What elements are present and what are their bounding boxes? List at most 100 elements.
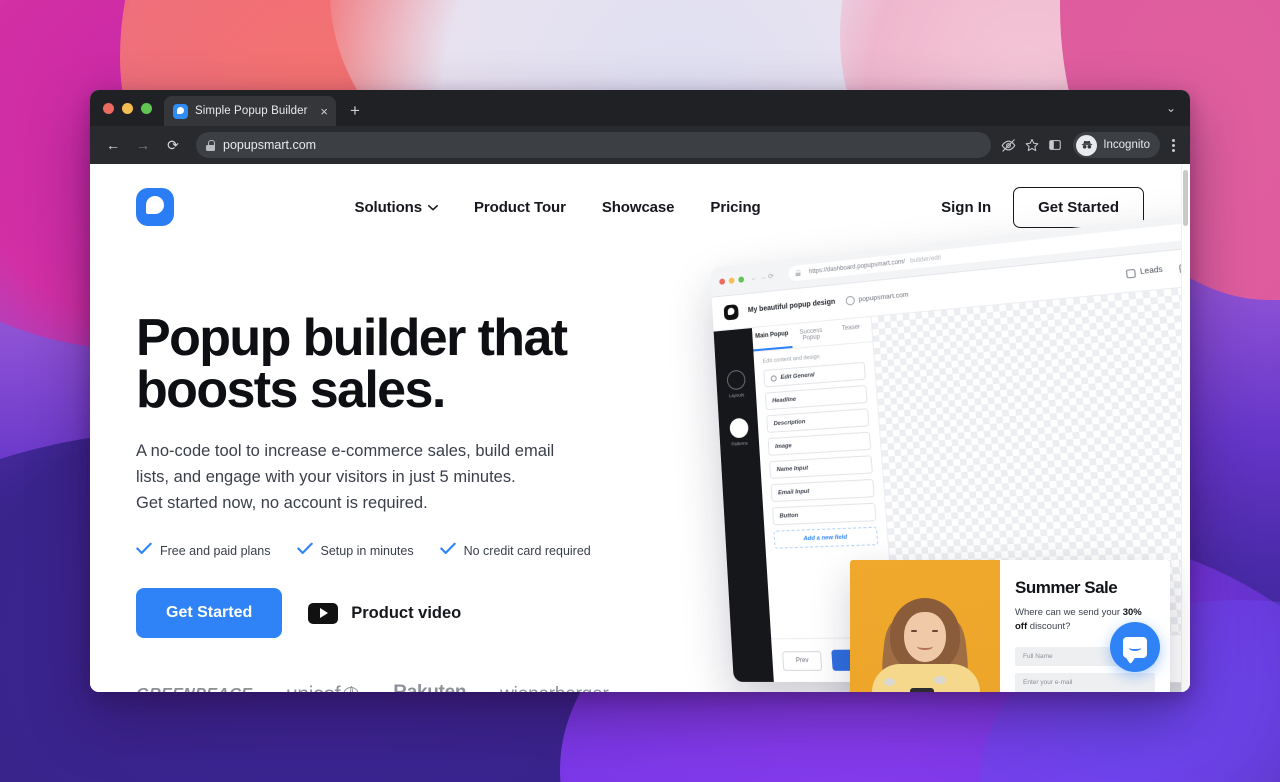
popup-email-placeholder: Enter your e-mail — [1023, 678, 1073, 686]
mockup-nav-label: Leads — [1139, 266, 1164, 277]
client-logo-unicef-text: unicef — [286, 683, 341, 692]
feature-item: Setup in minutes — [296, 542, 414, 560]
address-bar[interactable]: popupsmart.com — [196, 132, 992, 158]
rail-item-patterns[interactable]: Patterns — [728, 417, 749, 447]
headline-line-2: boosts sales. — [136, 361, 446, 419]
browser-window: Simple Popup Builder That Boo × + ⌄ ← → … — [90, 90, 1190, 692]
chevron-down-icon[interactable]: ⌄ — [1166, 101, 1176, 115]
desktop-wallpaper: Simple Popup Builder That Boo × + ⌄ ← → … — [0, 0, 1280, 782]
incognito-label: Incognito — [1103, 139, 1150, 151]
reload-button[interactable]: ⟳ — [160, 132, 186, 158]
nav-item-showcase[interactable]: Showcase — [602, 199, 675, 216]
page-title: Popup builder that boosts sales. — [136, 312, 656, 416]
nav-label: Solutions — [354, 198, 423, 216]
popup-title: Summer Sale — [1015, 578, 1118, 597]
lock-icon — [795, 270, 800, 277]
feature-list: Free and paid plans Setup in minutes No … — [136, 542, 656, 560]
patterns-icon — [728, 417, 749, 439]
nav-label: Pricing — [710, 198, 761, 216]
client-logo-unicef: unicef — [286, 683, 360, 692]
layer-label: Button — [779, 512, 799, 520]
header-actions: Sign In Get Started — [941, 186, 1144, 228]
eye-off-icon[interactable] — [1001, 138, 1016, 153]
tab-main-popup[interactable]: Main Popup — [751, 324, 793, 352]
headline-line-1: Popup builder that — [136, 309, 568, 367]
mockup-domain: popupsmart.com — [845, 290, 909, 306]
rail-item-layouts[interactable]: Layouts — [725, 369, 746, 399]
layer-label: Image — [774, 442, 792, 450]
product-video-label: Product video — [351, 603, 462, 622]
globe-icon — [845, 295, 855, 306]
get-started-hero-button[interactable]: Get Started — [136, 588, 283, 639]
layer-item-email-input[interactable]: Email Input — [770, 478, 875, 503]
globe-icon — [343, 686, 360, 692]
tab-success-popup[interactable]: Success Popup — [791, 321, 832, 348]
forward-button[interactable]: → — [130, 132, 156, 158]
check-icon — [439, 542, 456, 560]
subtitle-line-1: A no-code tool to increase e-commerce sa… — [136, 442, 555, 460]
hero-cta-row: Get Started Product video — [136, 588, 656, 639]
layer-item-button[interactable]: Button — [771, 502, 877, 526]
feature-label: Setup in minutes — [320, 544, 414, 559]
client-logo-row: GREENPEACE unicef Rakuten wienerberger — [135, 682, 656, 692]
close-icon[interactable]: × — [318, 103, 330, 120]
nav-item-product-tour[interactable]: Product Tour — [474, 199, 566, 216]
client-logo-wienerberger: wienerberger — [500, 684, 609, 692]
maximize-window-button[interactable] — [141, 103, 152, 114]
leads-icon — [1125, 268, 1136, 279]
address-bar-url: popupsmart.com — [223, 138, 317, 152]
tab-teaser[interactable]: Teaser — [830, 317, 872, 345]
illustration-eye — [932, 630, 938, 632]
toolbar-actions: Incognito — [1001, 132, 1180, 158]
layer-label: Email Input — [777, 488, 810, 496]
new-tab-button[interactable]: + — [350, 102, 360, 119]
layer-item-headline[interactable]: Headline — [764, 384, 868, 411]
scrollbar-thumb[interactable] — [1183, 170, 1188, 226]
popupsmart-logo-icon[interactable] — [136, 188, 174, 226]
nav-label: Showcase — [601, 198, 675, 216]
close-window-button[interactable] — [103, 103, 114, 114]
minimize-window-button[interactable] — [122, 103, 133, 114]
back-button[interactable]: ← — [100, 132, 126, 158]
side-panel-icon[interactable] — [1048, 138, 1062, 152]
browser-toolbar: ← → ⟳ popupsmart.com Incognito — [90, 126, 1190, 164]
add-field-button[interactable]: Add a new field — [773, 526, 879, 549]
incognito-profile-chip[interactable]: Incognito — [1073, 132, 1160, 158]
prev-step-button[interactable]: Prev — [782, 650, 823, 671]
mockup-nav-leads[interactable]: Leads — [1125, 266, 1164, 279]
mockup-design-title: My beautiful popup design — [747, 298, 836, 315]
hero-subtitle: A no-code tool to increase e-commerce sa… — [136, 438, 656, 516]
rail-label: Layouts — [728, 392, 745, 399]
illustration-eye — [911, 630, 917, 632]
feature-item: No credit card required — [439, 542, 591, 560]
page-viewport: Solutions Product Tour Showcase Pricing — [90, 164, 1190, 692]
nav-label: Product Tour — [473, 198, 566, 216]
layer-label: Edit General — [780, 371, 815, 381]
browser-menu-button[interactable] — [1169, 138, 1178, 152]
sign-in-link[interactable]: Sign In — [941, 199, 991, 216]
intercom-chat-launcher[interactable] — [1110, 622, 1160, 672]
gear-icon — [770, 374, 777, 382]
page-scrollbar[interactable] — [1181, 164, 1190, 692]
layer-item-image[interactable]: Image — [767, 431, 872, 456]
popup-name-placeholder: Full Name — [1023, 652, 1053, 660]
mockup-url-tail: builder/edit — [909, 254, 942, 265]
nav-item-pricing[interactable]: Pricing — [710, 199, 760, 216]
lock-icon — [206, 139, 215, 151]
bookmark-star-icon[interactable] — [1025, 138, 1039, 152]
browser-tab-strip: Simple Popup Builder That Boo × + ⌄ — [90, 90, 1190, 126]
layer-item-name-input[interactable]: Name Input — [769, 455, 873, 479]
popup-email-input[interactable]: Enter your e-mail — [1015, 672, 1155, 692]
layer-item-description[interactable]: Description — [766, 408, 870, 433]
browser-tab-active[interactable]: Simple Popup Builder That Boo × — [164, 96, 336, 126]
popup-subtitle-post: discount? — [1027, 620, 1071, 632]
nav-item-solutions[interactable]: Solutions — [355, 199, 438, 216]
chat-bubble-icon — [1123, 636, 1147, 658]
main-navigation: Solutions Product Tour Showcase Pricing — [355, 199, 761, 216]
illustration-phone — [910, 688, 934, 692]
mockup-traffic-lights — [719, 275, 745, 285]
window-traffic-lights — [103, 103, 152, 114]
client-logo-greenpeace: GREENPEACE — [135, 686, 252, 692]
check-icon — [296, 542, 313, 560]
product-video-link[interactable]: Product video — [308, 602, 462, 624]
